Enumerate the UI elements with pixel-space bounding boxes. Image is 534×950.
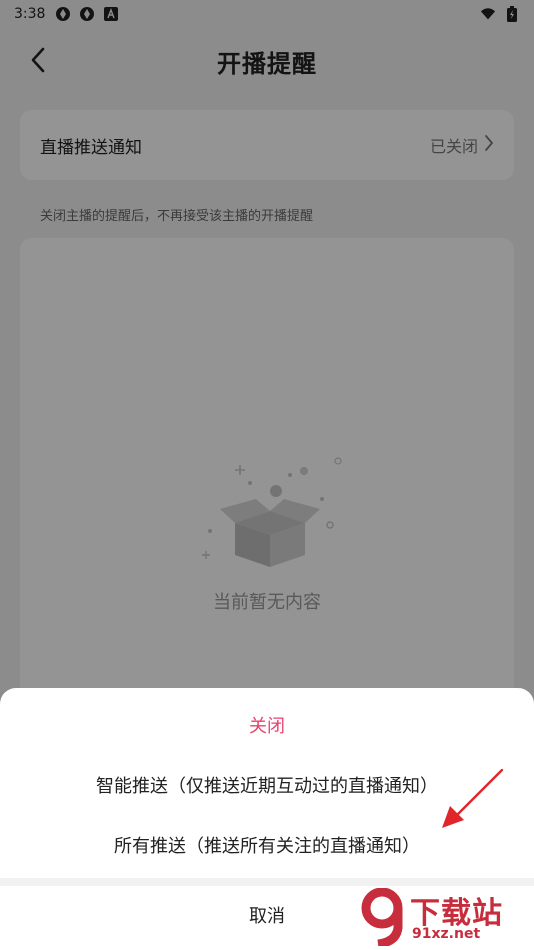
sheet-divider [0,878,534,886]
annotation-arrow-icon [432,764,512,834]
watermark: 下载站 91xz.net [360,887,530,949]
option-close[interactable]: 关闭 [0,712,534,740]
9-logo-icon [360,887,408,949]
option-all-push[interactable]: 所有推送（推送所有关注的直播通知） [0,832,534,860]
watermark-domain: 91xz.net [412,926,481,942]
